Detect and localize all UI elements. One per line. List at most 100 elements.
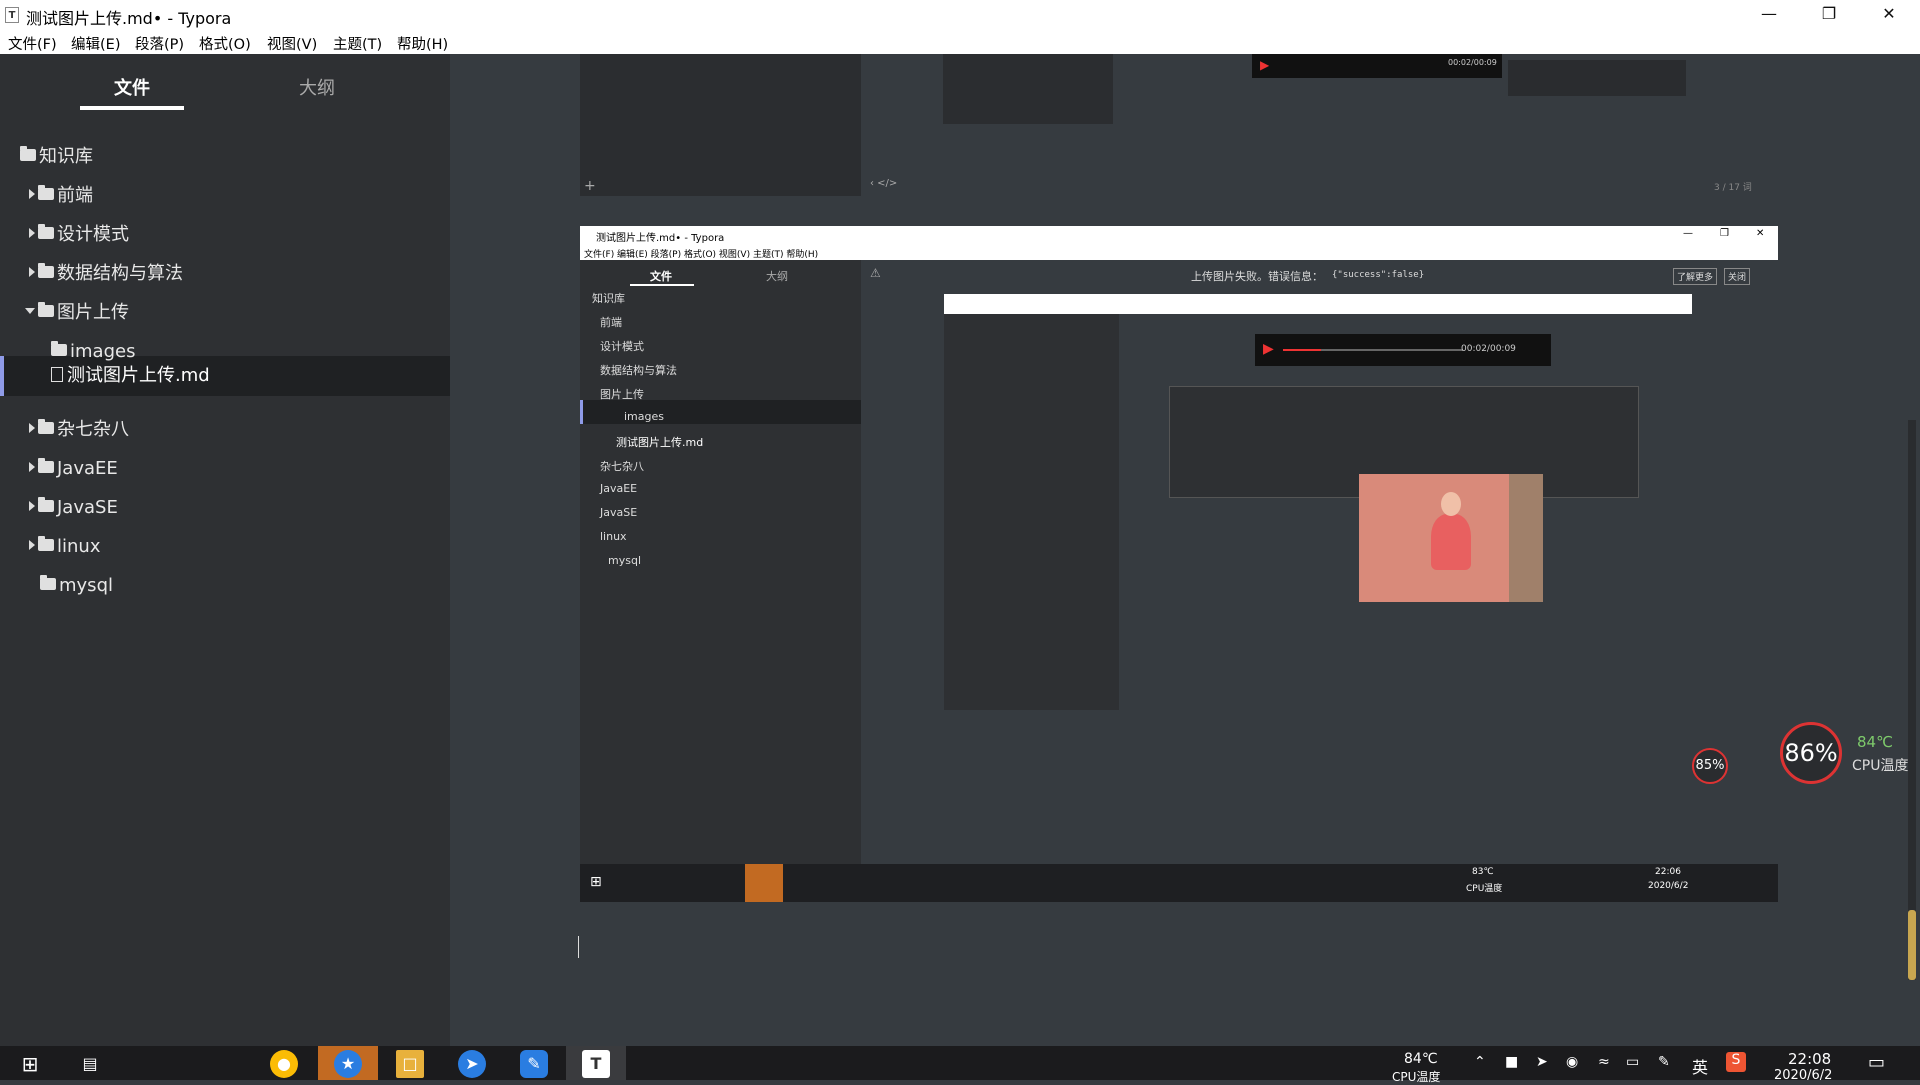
chrome-icon[interactable]: ● bbox=[270, 1050, 298, 1078]
notification-center-icon[interactable]: ▭ bbox=[1868, 1052, 1885, 1073]
folder-icon bbox=[38, 497, 54, 512]
video-frame-image bbox=[1359, 474, 1543, 602]
tree-item-label: 设计模式 bbox=[57, 224, 129, 245]
menu-edit[interactable]: 编辑(E) bbox=[71, 33, 120, 54]
chevron-right-icon[interactable] bbox=[29, 267, 35, 277]
tray-network-icon[interactable]: ◉ bbox=[1566, 1054, 1578, 1070]
embedded-tray-date: 2020/6/2 bbox=[1648, 881, 1689, 891]
embedded-video-bar: ▶ 00:02/00:09 bbox=[1252, 54, 1502, 78]
tray-feishu-icon[interactable]: ➤ bbox=[1536, 1054, 1548, 1070]
tree-item-javaee[interactable]: JavaEE bbox=[29, 450, 118, 488]
tree-item-label: linux bbox=[57, 536, 101, 557]
folder-icon bbox=[40, 575, 56, 590]
maximize-button[interactable]: ❐ bbox=[1800, 0, 1858, 30]
tray-expand-icon[interactable]: ⌃ bbox=[1474, 1054, 1486, 1070]
chevron-right-icon[interactable] bbox=[29, 228, 35, 238]
bell-icon: ⚠ bbox=[870, 266, 881, 280]
embedded-selected-row bbox=[580, 400, 861, 424]
embedded-tree-item: images bbox=[624, 410, 664, 423]
nested-title-bar bbox=[944, 294, 1692, 314]
tree-root[interactable]: 知识库 bbox=[20, 138, 93, 176]
task-view-icon[interactable]: ▤ bbox=[76, 1050, 104, 1078]
minimize-button[interactable]: — bbox=[1740, 0, 1798, 30]
upload-error-notice: 上传图片失败。错误信息： bbox=[1191, 270, 1323, 283]
embedded-tree-item: 设计模式 bbox=[600, 340, 644, 353]
embedded-tree-item: JavaSE bbox=[600, 506, 638, 519]
tree-item-design-patterns[interactable]: 设计模式 bbox=[29, 216, 129, 254]
selected-row-marker bbox=[0, 356, 4, 396]
tree-item-misc[interactable]: 杂七杂八 bbox=[29, 411, 129, 449]
feishu-icon[interactable]: ➤ bbox=[458, 1050, 486, 1078]
menu-format[interactable]: 格式(O) bbox=[199, 33, 251, 54]
menu-help[interactable]: 帮助(H) bbox=[397, 33, 448, 54]
typora-app-icon: T bbox=[5, 7, 19, 23]
restore-icon: ❐ bbox=[1821, 4, 1837, 23]
close-icon: ✕ bbox=[1882, 4, 1896, 23]
menu-file[interactable]: 文件(F) bbox=[8, 33, 57, 54]
folder-icon bbox=[20, 146, 36, 161]
ime-indicator[interactable]: 英 bbox=[1692, 1054, 1708, 1078]
editor-scrollbar-track[interactable] bbox=[1908, 420, 1916, 980]
tree-item-label: 杂七杂八 bbox=[57, 419, 129, 440]
tree-item-algorithms[interactable]: 数据结构与算法 bbox=[29, 255, 183, 293]
video-time: 00:02/00:09 bbox=[1461, 344, 1516, 354]
tree-item-label: 测试图片上传.md bbox=[67, 365, 210, 386]
tray-app-icon[interactable]: ■ bbox=[1505, 1054, 1518, 1070]
cpu-usage-ring[interactable]: 86% bbox=[1780, 722, 1842, 784]
add-icon: + bbox=[584, 178, 596, 194]
notes-app-icon[interactable]: ✎ bbox=[520, 1050, 548, 1078]
chevron-right-icon[interactable] bbox=[29, 462, 35, 472]
folder-icon bbox=[38, 419, 54, 434]
person-head bbox=[1441, 492, 1461, 516]
menu-paragraph[interactable]: 段落(P) bbox=[135, 33, 184, 54]
cpu-temperature: 84℃ bbox=[1857, 733, 1893, 751]
title-bar: T 测试图片上传.md• - Typora — ❐ ✕ bbox=[0, 0, 1920, 30]
tree-item-image-upload[interactable]: 图片上传 bbox=[25, 294, 129, 332]
windows-start-icon[interactable]: ⊞ bbox=[16, 1050, 44, 1078]
pen-icon[interactable]: ✎ bbox=[1658, 1054, 1670, 1070]
typora-taskbar-icon[interactable]: T bbox=[582, 1050, 610, 1078]
tray-clock-date[interactable]: 2020/6/2 bbox=[1774, 1068, 1832, 1083]
tree-item-mysql[interactable]: mysql bbox=[40, 567, 113, 605]
tray-clock-time[interactable]: 22:08 bbox=[1788, 1050, 1831, 1068]
editor-scrollbar-thumb[interactable] bbox=[1908, 910, 1916, 980]
embedded-tray-time: 22:06 bbox=[1655, 867, 1681, 877]
file-sidebar: 文件 大纲 知识库 前端 设计模式 数据结构与算法 图片上传 images 测试… bbox=[0, 54, 450, 1046]
tree-item-javase[interactable]: JavaSE bbox=[29, 489, 118, 527]
close-button[interactable]: ✕ bbox=[1860, 0, 1918, 30]
tree-item-label: JavaEE bbox=[57, 458, 118, 479]
embedded-tray-temp: 83℃ bbox=[1472, 867, 1494, 877]
tree-item-frontend[interactable]: 前端 bbox=[29, 177, 93, 215]
embedded-toast bbox=[1508, 60, 1686, 96]
close-notice-button: 关闭 bbox=[1724, 268, 1751, 285]
nested-screenshot: ▶ 00:02/00:09 bbox=[944, 294, 1692, 710]
embedded-selected-marker bbox=[580, 400, 583, 424]
tree-item-current-file[interactable]: 测试图片上传.md bbox=[51, 357, 210, 395]
menu-theme[interactable]: 主题(T) bbox=[333, 33, 382, 54]
wifi-icon[interactable]: ≈ bbox=[1598, 1054, 1610, 1070]
tab-outline[interactable]: 大纲 bbox=[299, 74, 335, 100]
battery-icon[interactable]: ▭ bbox=[1626, 1054, 1639, 1070]
tab-files[interactable]: 文件 bbox=[114, 74, 150, 100]
menu-bar: 文件(F) 编辑(E) 段落(P) 格式(O) 视图(V) 主题(T) 帮助(H… bbox=[0, 30, 1920, 54]
embedded-restore-icon: ❐ bbox=[1720, 228, 1729, 239]
tree-item-linux[interactable]: linux bbox=[29, 528, 100, 566]
document-icon bbox=[51, 366, 63, 382]
chevron-right-icon[interactable] bbox=[29, 189, 35, 199]
tray-cpu-temp: 84℃ bbox=[1404, 1051, 1438, 1067]
text-cursor bbox=[578, 936, 579, 958]
embedded-tab-files: 文件 bbox=[650, 270, 672, 283]
embedded-tray-temp-label: CPU温度 bbox=[1466, 884, 1503, 894]
app-star-icon[interactable]: ★ bbox=[334, 1050, 362, 1078]
chevron-down-icon[interactable] bbox=[25, 308, 35, 314]
chevron-right-icon[interactable] bbox=[29, 540, 35, 550]
sogou-ime-icon[interactable]: S bbox=[1726, 1052, 1746, 1072]
windows-taskbar: ⊞ ▤ ● ★ □ ➤ ✎ T 84℃ CPU温度 ⌃ ■ ➤ ◉ ≈ ▭ ✎ … bbox=[0, 1046, 1920, 1084]
embedded-tree-item: 图片上传 bbox=[600, 388, 644, 401]
menu-view[interactable]: 视图(V) bbox=[267, 33, 317, 54]
file-explorer-icon[interactable]: □ bbox=[396, 1050, 424, 1078]
embedded-tree-item: 杂七杂八 bbox=[600, 460, 644, 473]
tree-item-label: mysql bbox=[59, 575, 113, 596]
chevron-right-icon[interactable] bbox=[29, 501, 35, 511]
chevron-right-icon[interactable] bbox=[29, 423, 35, 433]
